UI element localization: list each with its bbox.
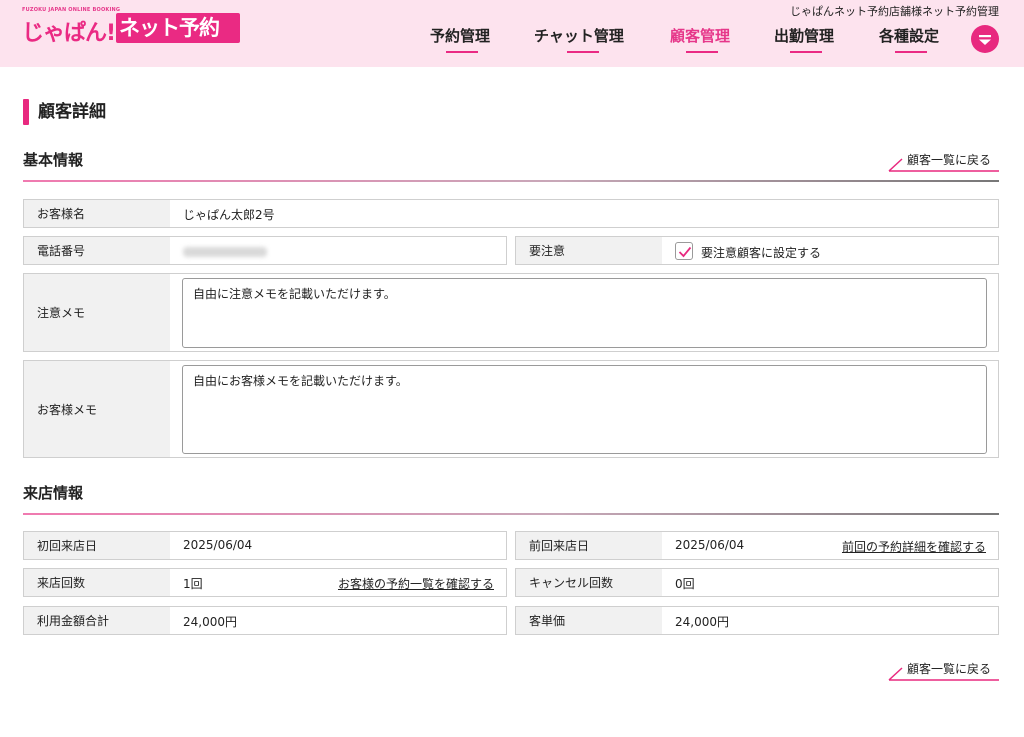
nav-label: 顧客管理: [670, 27, 731, 45]
reservation-list-link[interactable]: お客様の予約一覧を確認する: [338, 575, 494, 592]
field-label: 客単価: [516, 607, 662, 634]
name-row: お客様名 じゃぱん太郎2号: [23, 199, 999, 228]
total-amount-value: 24,000円: [183, 615, 237, 629]
nav-attendance[interactable]: 出勤管理: [774, 25, 834, 55]
caution-memo-textarea[interactable]: 自由に注意メモを記載いただけます。: [182, 278, 987, 348]
field-label: 利用金額合計: [24, 607, 170, 634]
logo[interactable]: FUZOKU JAPAN ONLINE BOOKING じゃぱん! ネット予約: [22, 7, 240, 47]
cancel-count-row: キャンセル回数 0回: [515, 568, 999, 597]
nav-label: 予約管理: [430, 27, 491, 45]
last-reservation-detail-link[interactable]: 前回の予約詳細を確認する: [842, 538, 986, 555]
customer-memo-row: お客様メモ 自由にお客様メモを記載いただけます。: [23, 360, 999, 458]
field-label: 来店回数: [24, 569, 170, 596]
menu-button[interactable]: [971, 25, 999, 53]
page-title: 顧客詳細: [38, 102, 106, 122]
total-amount-row: 利用金額合計 24,000円: [23, 606, 507, 635]
caution-checkbox-label: 要注意顧客に設定する: [701, 246, 822, 260]
nav-label: 各種設定: [879, 27, 940, 45]
header-subtitle: じゃぱんネット予約店舗様ネット予約管理: [790, 5, 999, 18]
section-divider: [23, 180, 999, 182]
unit-price-value: 24,000円: [675, 615, 729, 629]
nav-underline: [446, 51, 478, 53]
unit-price-row: 客単価 24,000円: [515, 606, 999, 635]
field-label: 要注意: [516, 237, 662, 264]
nav-chat[interactable]: チャット管理: [534, 25, 624, 55]
logo-text-left: じゃぱん!: [22, 21, 116, 46]
chevron-down-icon: [979, 35, 991, 45]
first-visit-row: 初回来店日 2025/06/04: [23, 531, 507, 560]
nav-underline: [895, 51, 927, 53]
field-label: 注意メモ: [24, 274, 170, 351]
section-title-visit: 来店情報: [23, 484, 84, 502]
phone-row: 電話番号: [23, 236, 507, 265]
header: FUZOKU JAPAN ONLINE BOOKING じゃぱん! ネット予約 …: [0, 0, 1024, 67]
field-label: 初回来店日: [24, 532, 170, 559]
field-label: 電話番号: [24, 237, 170, 264]
section-title-basic: 基本情報: [23, 151, 84, 169]
nav-settings[interactable]: 各種設定: [879, 25, 939, 55]
caution-memo-row: 注意メモ 自由に注意メモを記載いただけます。: [23, 273, 999, 352]
visit-count-value: 1回: [183, 577, 203, 591]
nav-label: チャット管理: [534, 27, 624, 45]
caution-row: 要注意 要注意顧客に設定する: [515, 236, 999, 265]
nav-underline: [567, 51, 599, 53]
check-icon: [678, 246, 692, 258]
visit-count-row: 来店回数 1回 お客様の予約一覧を確認する: [23, 568, 507, 597]
back-link-underline-icon: [888, 158, 999, 172]
logo-text-right: ネット予約: [116, 13, 240, 43]
field-label: お客様メモ: [24, 361, 170, 457]
page-title-accent: [23, 99, 29, 125]
nav-underline: [790, 51, 822, 53]
field-label: お客様名: [24, 200, 170, 227]
back-link-underline-icon: [888, 667, 999, 681]
phone-value-blurred: [183, 246, 267, 260]
section-divider: [23, 513, 999, 515]
customer-memo-textarea[interactable]: 自由にお客様メモを記載いただけます。: [182, 365, 987, 454]
field-label: キャンセル回数: [516, 569, 662, 596]
nav-customer[interactable]: 顧客管理: [670, 25, 730, 55]
last-visit-row: 前回来店日 2025/06/04 前回の予約詳細を確認する: [515, 531, 999, 560]
cancel-count-value: 0回: [675, 577, 695, 591]
caution-checkbox[interactable]: [675, 242, 693, 260]
nav-reservation[interactable]: 予約管理: [430, 25, 490, 55]
field-label: 前回来店日: [516, 532, 662, 559]
logo-subtext: FUZOKU JAPAN ONLINE BOOKING: [22, 7, 121, 13]
customer-name-value: じゃぱん太郎2号: [183, 208, 275, 222]
nav-underline: [686, 51, 718, 53]
nav-label: 出勤管理: [774, 27, 835, 45]
last-visit-value: 2025/06/04: [675, 538, 745, 552]
first-visit-value: 2025/06/04: [183, 538, 253, 552]
